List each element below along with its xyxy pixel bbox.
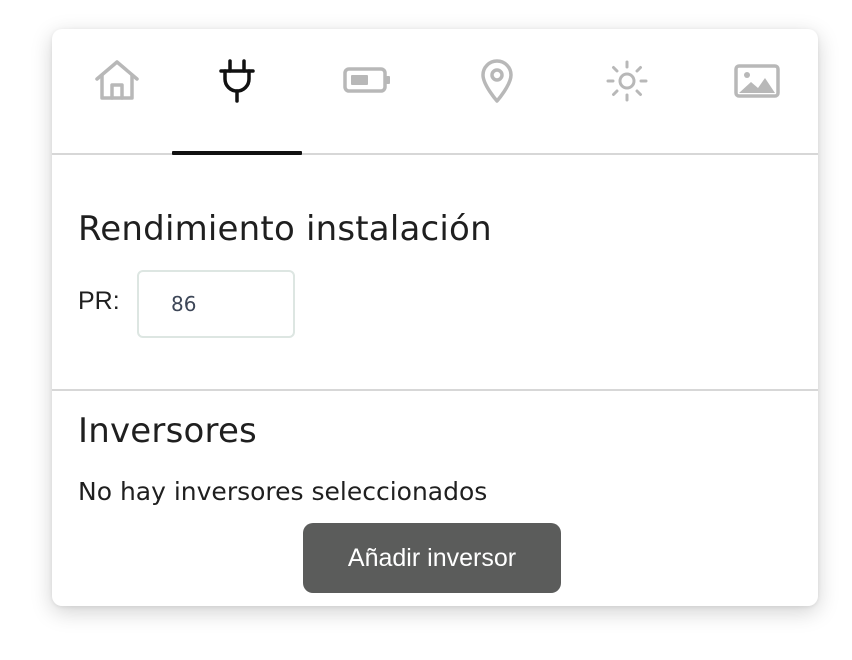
- battery-icon: [343, 67, 390, 93]
- pr-input[interactable]: [137, 270, 295, 338]
- tab-image[interactable]: [692, 29, 818, 153]
- tab-plug[interactable]: [172, 29, 302, 155]
- add-inverter-button[interactable]: Añadir inversor: [303, 523, 561, 593]
- home-icon: [95, 60, 139, 100]
- pr-label: PR:: [78, 287, 120, 315]
- tab-bar: [52, 29, 818, 155]
- image-icon: [734, 64, 780, 98]
- tab-location[interactable]: [432, 29, 562, 153]
- sun-icon: [606, 60, 648, 102]
- no-inverters-message: No hay inversores seleccionados: [78, 477, 488, 506]
- tab-sun[interactable]: [562, 29, 692, 153]
- inverters-title: Inversores: [78, 411, 257, 451]
- section-divider: [52, 389, 818, 391]
- plug-icon: [219, 59, 255, 103]
- performance-title: Rendimiento instalación: [78, 209, 492, 249]
- installation-card: Rendimiento instalación PR: Inversores N…: [52, 29, 818, 606]
- tab-home[interactable]: [52, 29, 182, 153]
- location-pin-icon: [481, 59, 513, 103]
- tab-battery[interactable]: [302, 29, 432, 153]
